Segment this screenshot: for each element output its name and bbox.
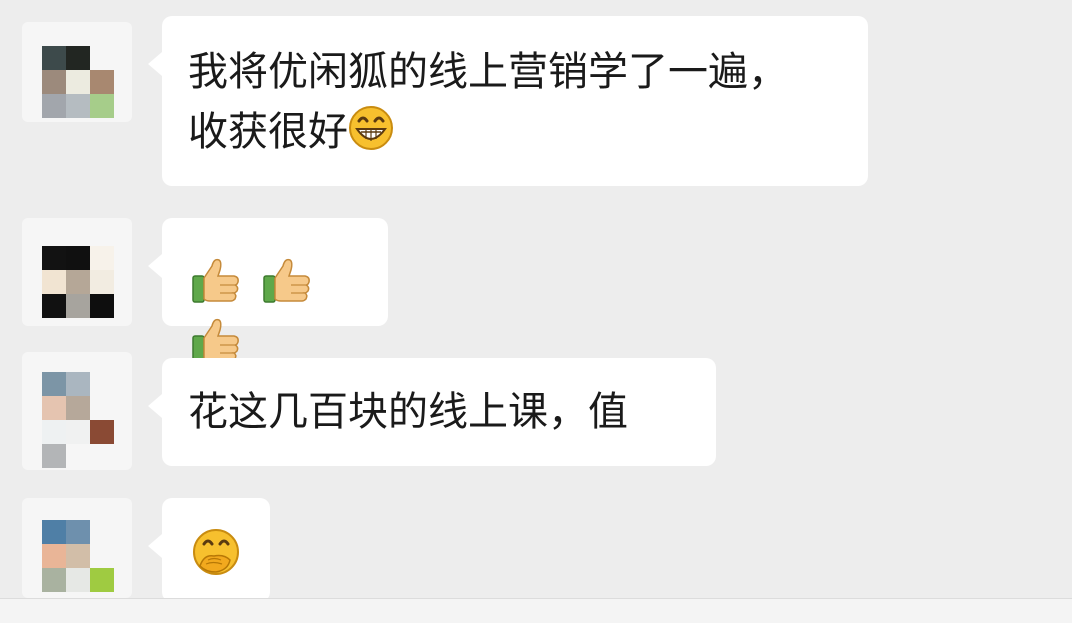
message-row: 我将优闲狐的线上营销学了一遍， 收获很好: [0, 16, 1072, 186]
thumbs-up-icon: [192, 258, 239, 303]
grinning-face-with-big-eyes-icon: [349, 106, 393, 150]
input-bar[interactable]: [0, 598, 1072, 623]
avatar[interactable]: [22, 218, 132, 326]
avatar[interactable]: [22, 352, 132, 470]
avatar[interactable]: [22, 22, 132, 122]
message-text: 我将优闲狐的线上营销学了一遍，: [188, 49, 788, 95]
avatar[interactable]: [22, 498, 132, 598]
message-text: 花这几百块的线上课，值: [188, 389, 628, 435]
thumbs-up-icon: [262, 258, 310, 303]
message-row: 花这几百块的线上课，值: [0, 352, 1072, 470]
face-with-hand-over-mouth-icon: [193, 529, 239, 575]
message-row: [0, 218, 1072, 363]
message-text: 收获很好: [188, 109, 348, 155]
message-bubble[interactable]: 我将优闲狐的线上营销学了一遍， 收获很好: [148, 16, 868, 186]
message-bubble[interactable]: 花这几百块的线上课，值: [148, 358, 716, 466]
message-bubble[interactable]: [148, 218, 388, 363]
message-bubble[interactable]: [148, 498, 270, 602]
message-row: [0, 498, 1072, 602]
